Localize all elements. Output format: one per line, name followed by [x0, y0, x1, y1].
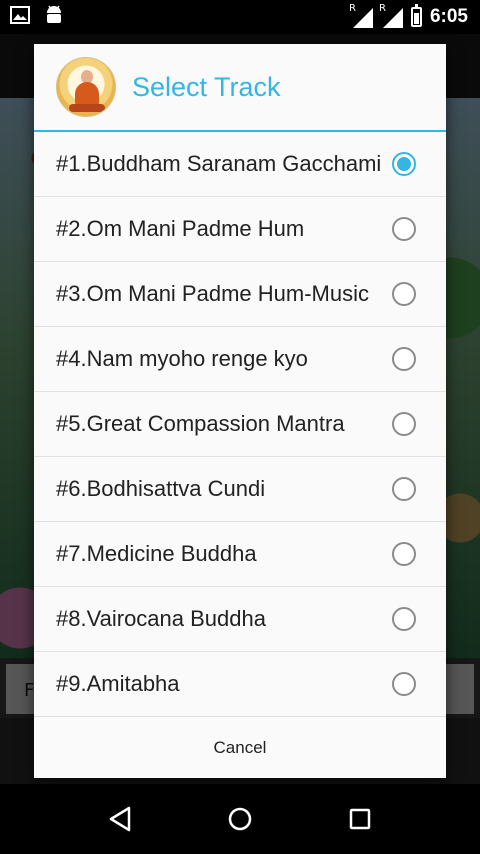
- home-icon[interactable]: [220, 799, 260, 839]
- track-item-6[interactable]: #6.Bodhisattva Cundi: [34, 457, 446, 522]
- track-label: #2.Om Mani Padme Hum: [56, 216, 305, 241]
- track-item-4[interactable]: #4.Nam myoho renge kyo: [34, 327, 446, 392]
- radio-button[interactable]: [392, 672, 416, 696]
- signal-icon: R: [378, 3, 403, 28]
- navigation-bar: [0, 784, 480, 854]
- track-item-2[interactable]: #2.Om Mani Padme Hum: [34, 197, 446, 262]
- radio-button[interactable]: [392, 477, 416, 501]
- image-icon: [10, 6, 30, 28]
- signal-icon: R: [348, 3, 373, 28]
- radio-button[interactable]: [392, 412, 416, 436]
- track-item-9[interactable]: #9.Amitabha: [34, 652, 446, 716]
- dialog-footer: Cancel: [34, 716, 446, 778]
- cancel-button[interactable]: Cancel: [34, 717, 446, 778]
- track-label: #9.Amitabha: [56, 671, 180, 696]
- track-item-5[interactable]: #5.Great Compassion Mantra: [34, 392, 446, 457]
- battery-icon: [410, 4, 422, 27]
- radio-button-checked[interactable]: [392, 152, 416, 176]
- track-label: #6.Bodhisattva Cundi: [56, 476, 266, 501]
- track-item-1[interactable]: #1.Buddham Saranam Gacchami: [34, 132, 446, 197]
- track-label: #8.Vairocana Buddha: [56, 606, 266, 631]
- back-icon[interactable]: [100, 799, 140, 839]
- status-left-icons: [10, 4, 64, 30]
- roaming-label: R: [348, 3, 356, 14]
- track-label: #7.Medicine Buddha: [56, 541, 257, 566]
- android-icon: [44, 4, 64, 30]
- dialog-header: Select Track: [34, 44, 446, 132]
- status-right-icons: R R 6:05: [348, 3, 468, 28]
- status-time: 6:05: [429, 6, 468, 27]
- track-label: #5.Great Compassion Mantra: [56, 411, 345, 436]
- track-label: #4.Nam myoho renge kyo: [56, 346, 308, 371]
- radio-button[interactable]: [392, 347, 416, 371]
- status-bar: R R 6:05: [0, 0, 480, 34]
- buddha-logo-icon: [56, 57, 116, 117]
- track-item-8[interactable]: #8.Vairocana Buddha: [34, 587, 446, 652]
- recents-icon[interactable]: [340, 799, 380, 839]
- select-track-dialog: Select Track #1.Buddham Saranam Gacchami…: [34, 44, 446, 778]
- track-item-7[interactable]: #7.Medicine Buddha: [34, 522, 446, 587]
- track-item-3[interactable]: #3.Om Mani Padme Hum-Music: [34, 262, 446, 327]
- radio-button[interactable]: [392, 217, 416, 241]
- radio-button[interactable]: [392, 282, 416, 306]
- radio-button[interactable]: [392, 542, 416, 566]
- radio-button[interactable]: [392, 607, 416, 631]
- track-label: #3.Om Mani Padme Hum-Music: [56, 281, 369, 306]
- track-label: #1.Buddham Saranam Gacchami: [56, 151, 382, 176]
- track-list[interactable]: #1.Buddham Saranam Gacchami #2.Om Mani P…: [34, 132, 446, 716]
- dialog-title: Select Track: [132, 71, 281, 102]
- roaming-label: R: [378, 3, 386, 14]
